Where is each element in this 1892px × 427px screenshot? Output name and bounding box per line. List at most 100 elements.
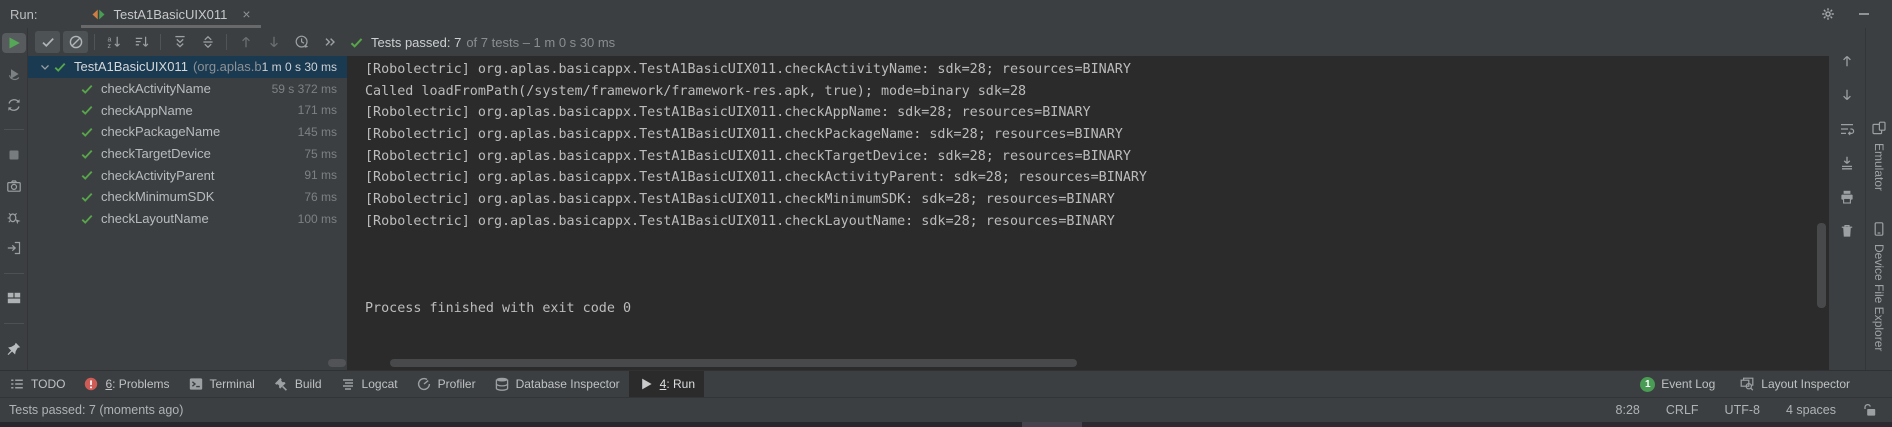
tool-button-problems[interactable]: 6: Problems xyxy=(74,371,178,397)
restore-layout-button[interactable] xyxy=(2,288,26,308)
test-duration: 76 ms xyxy=(304,190,347,204)
tool-button-terminal[interactable]: Terminal xyxy=(179,371,264,397)
database-icon xyxy=(494,376,510,392)
sort-alphabetically-toggle[interactable]: az xyxy=(101,31,126,53)
chevron-down-icon[interactable] xyxy=(38,59,53,74)
scroll-to-end-button[interactable] xyxy=(1836,152,1858,174)
tool-button-label: : Problems xyxy=(112,377,169,391)
screenshot-button[interactable] xyxy=(2,176,26,196)
stop-button[interactable] xyxy=(2,145,26,165)
profiler-icon xyxy=(416,376,432,392)
show-passed-toggle[interactable] xyxy=(35,31,60,53)
separator xyxy=(4,129,24,130)
tool-button-emulator[interactable]: Emulator xyxy=(1871,120,1887,191)
layout-inspector-button[interactable]: Layout Inspector xyxy=(1739,371,1850,397)
separator xyxy=(4,323,24,324)
test-row[interactable]: checkPackageName 145 ms xyxy=(28,121,347,143)
test-row[interactable]: checkTargetDevice 75 ms xyxy=(28,143,347,165)
print-button[interactable] xyxy=(1836,186,1858,208)
console-line: [Robolectric] org.aplas.basicappx.TestA1… xyxy=(365,124,1829,146)
summary-passed-icon xyxy=(349,35,364,50)
pin-tab-button[interactable] xyxy=(2,339,26,359)
rerun-button[interactable] xyxy=(2,33,26,53)
console-line xyxy=(365,233,1829,255)
test-name: checkTargetDevice xyxy=(101,146,211,161)
tool-button-label: Database Inspector xyxy=(516,377,620,391)
indent-widget[interactable]: 4 spaces xyxy=(1786,403,1836,417)
test-passed-icon xyxy=(80,146,95,161)
tool-button-device-file-explorer[interactable]: Device File Explorer xyxy=(1871,221,1887,351)
test-row[interactable]: checkActivityParent 91 ms xyxy=(28,164,347,186)
next-failed-test-button[interactable] xyxy=(261,31,286,53)
event-log-button[interactable]: 1 Event Log xyxy=(1640,371,1715,397)
tool-button-todo[interactable]: TODO xyxy=(0,371,74,397)
separator xyxy=(4,273,24,274)
test-passed-icon xyxy=(80,211,95,226)
tool-window-bar: TODO 6: Problems Terminal Build Logcat xyxy=(0,370,1892,397)
tool-button-profiler[interactable]: Profiler xyxy=(407,371,485,397)
mnemonic: 6 xyxy=(105,377,112,391)
scroll-down-button[interactable] xyxy=(1836,84,1858,106)
separator xyxy=(226,34,227,50)
suite-passed-icon xyxy=(53,59,68,74)
console-horizontal-scrollbar[interactable] xyxy=(390,359,1077,367)
console-line: [Robolectric] org.aplas.basicappx.TestA1… xyxy=(365,146,1829,168)
right-tool-window-bar: Emulator Device File Explorer xyxy=(1865,28,1892,370)
test-row[interactable]: checkMinimumSDK 76 ms xyxy=(28,186,347,208)
test-row[interactable]: checkLayoutName 100 ms xyxy=(28,208,347,230)
console-line: [Robolectric] org.aplas.basicappx.TestA1… xyxy=(365,189,1829,211)
toggle-auto-test-button[interactable] xyxy=(2,95,26,115)
rerun-failed-tests-button[interactable] xyxy=(2,64,26,84)
console-vertical-scrollbar[interactable] xyxy=(1817,223,1826,308)
encoding-widget[interactable]: UTF-8 xyxy=(1725,403,1760,417)
import-test-results-button[interactable] xyxy=(2,238,26,258)
console-output[interactable]: [Robolectric] org.aplas.basicappx.TestA1… xyxy=(347,56,1829,370)
previous-failed-test-button[interactable] xyxy=(233,31,258,53)
sort-by-duration-toggle[interactable] xyxy=(129,31,154,53)
tree-horizontal-scrollbar[interactable] xyxy=(328,359,346,367)
test-row[interactable]: checkActivityName 59 s 372 ms xyxy=(28,78,347,100)
tool-button-database-inspector[interactable]: Database Inspector xyxy=(485,371,629,397)
tool-button-build[interactable]: Build xyxy=(264,371,331,397)
test-passed-icon xyxy=(80,81,95,96)
lock-icon[interactable] xyxy=(1862,402,1878,418)
hide-icon[interactable] xyxy=(1856,6,1872,22)
tab-close-icon[interactable]: × xyxy=(242,6,250,22)
expand-all-button[interactable] xyxy=(167,31,192,53)
tool-button-label: Build xyxy=(295,377,322,391)
test-summary: Tests passed: 7 of 7 tests – 1 m 0 s 30 … xyxy=(347,28,1829,56)
collapse-all-button[interactable] xyxy=(195,31,220,53)
tool-button-label: Terminal xyxy=(210,377,255,391)
summary-detail: of 7 tests – 1 m 0 s 30 ms xyxy=(466,35,615,50)
test-history-button[interactable] xyxy=(289,31,314,53)
device-file-explorer-label: Device File Explorer xyxy=(1872,244,1886,351)
soft-wrap-toggle[interactable] xyxy=(1836,118,1858,140)
clear-all-button[interactable] xyxy=(1836,220,1858,242)
layout-inspector-icon xyxy=(1739,376,1755,392)
test-row[interactable]: checkAppName 171 ms xyxy=(28,99,347,121)
settings-icon[interactable] xyxy=(1820,6,1836,22)
tool-button-run[interactable]: 4: Run xyxy=(629,371,704,397)
run-window-header: Run: TestA1BasicUIX011 × xyxy=(0,0,1892,28)
tool-button-logcat[interactable]: Logcat xyxy=(331,371,407,397)
more-actions-icon[interactable] xyxy=(319,34,341,50)
test-duration: 75 ms xyxy=(304,147,347,161)
test-duration: 91 ms xyxy=(304,168,347,182)
caret-position-widget[interactable]: 8:28 xyxy=(1616,403,1640,417)
line-separator-widget[interactable]: CRLF xyxy=(1666,403,1699,417)
build-icon xyxy=(273,376,289,392)
test-rows: checkActivityName 59 s 372 ms checkAppNa… xyxy=(28,78,347,230)
profile-button[interactable] xyxy=(2,207,26,227)
run-config-tab[interactable]: TestA1BasicUIX011 × xyxy=(81,0,260,28)
svg-text:z: z xyxy=(107,43,111,50)
scroll-up-button[interactable] xyxy=(1836,50,1858,72)
test-name: checkMinimumSDK xyxy=(101,189,214,204)
tab-title: TestA1BasicUIX011 xyxy=(113,7,227,22)
test-name: checkAppName xyxy=(101,103,193,118)
test-suite-row[interactable]: TestA1BasicUIX011 (org.aplas.basi 1 m 0 … xyxy=(28,56,347,78)
status-message: Tests passed: 7 (moments ago) xyxy=(9,403,183,417)
emulator-label: Emulator xyxy=(1872,143,1886,191)
layout-inspector-label: Layout Inspector xyxy=(1761,377,1850,391)
console-line xyxy=(365,254,1829,276)
show-ignored-toggle[interactable] xyxy=(63,31,88,53)
